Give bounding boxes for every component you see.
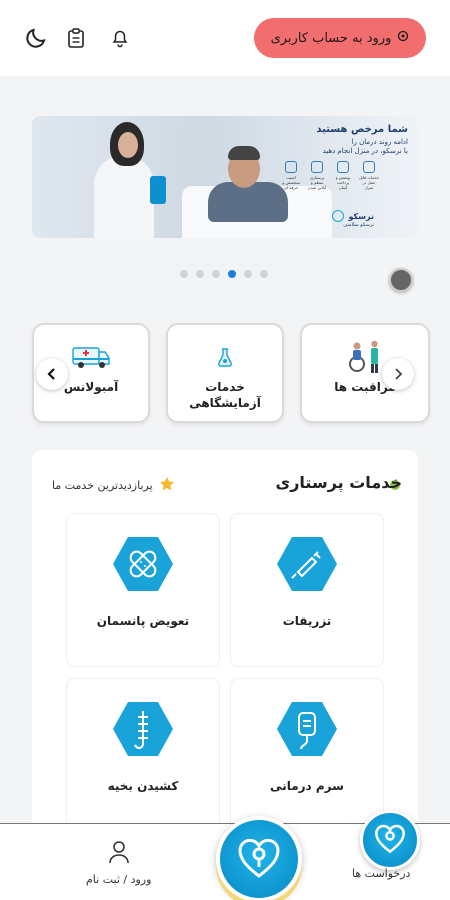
banner-brand-sub: نرسکو سلامتی (343, 222, 374, 228)
carousel-dot-active[interactable] (228, 270, 236, 278)
banner-feature: پوشش و پرداخت آسان (332, 161, 354, 190)
chevron-left-icon (46, 365, 58, 384)
banner-text: شما مرخص هستید ادامه روند درمان را با نر… (280, 124, 408, 190)
requests-button[interactable] (360, 810, 420, 870)
carousel-prev-button[interactable] (36, 358, 68, 390)
carousel-next-button[interactable] (382, 358, 414, 390)
service-card-iv-therapy[interactable]: سرم درمانی (230, 678, 384, 832)
banner-line2: با نرسکو، در منزل انجام دهید (322, 147, 408, 155)
service-card-injection[interactable]: تزریقات (230, 513, 384, 667)
login-button[interactable]: ورود به حساب کاربری (254, 18, 426, 58)
carousel-dot[interactable] (212, 270, 220, 278)
nav-label: ورود / ثبت نام (86, 873, 152, 886)
bell-icon[interactable] (108, 26, 132, 50)
banner-features: خدمات قابل حمل در منزل پوشش و پرداخت آسا… (280, 161, 408, 190)
carousel-dots (180, 270, 268, 278)
login-button-label: ورود به حساب کاربری (270, 30, 392, 46)
service-name: کشیدن بخیه (107, 779, 179, 793)
center-home-button[interactable] (216, 816, 302, 900)
promo-banner[interactable]: شما مرخص هستید ادامه روند درمان را با نر… (32, 116, 418, 238)
category-name: خدمات آزمایشگاهی (189, 380, 261, 410)
nav-requests-label[interactable]: درخواست ها (352, 867, 410, 880)
carousel-dot[interactable] (180, 270, 188, 278)
iv-bag-icon (276, 701, 338, 761)
banner-feature: خدمات قابل حمل در منزل (358, 161, 380, 190)
carousel-dot[interactable] (196, 270, 204, 278)
carousel-dot[interactable] (244, 270, 252, 278)
brand-logo-icon (332, 210, 345, 222)
service-name: تعویض پانسمان (96, 614, 190, 628)
service-card-dressing[interactable]: تعویض پانسمان (66, 513, 220, 667)
service-card-stitch-removal[interactable]: کشیدن بخیه (66, 678, 220, 832)
nursco-logo-icon (234, 832, 284, 886)
banner-feature: امنیت متخصص و حرفه ای (280, 161, 302, 190)
banner-line1: ادامه روند درمان را (351, 138, 408, 146)
nav-login-register[interactable]: ورود / ثبت نام (86, 840, 151, 886)
phone-graphic (150, 176, 166, 204)
user-icon (108, 840, 130, 867)
ambulance-icon (71, 341, 111, 373)
star-icon (159, 476, 175, 495)
clipboard-icon[interactable] (64, 26, 88, 50)
stitches-icon (112, 701, 174, 761)
syringe-icon (276, 536, 338, 596)
nurse-graphic (94, 156, 154, 238)
moon-icon[interactable] (24, 26, 48, 50)
most-viewed-label: پربازدیدترین خدمت ما (52, 476, 175, 495)
carousel-dot[interactable] (260, 270, 268, 278)
service-name: سرم درمانی (270, 779, 344, 793)
chevron-right-icon (392, 365, 404, 384)
banner-headline: شما مرخص هستید (316, 124, 408, 135)
service-name: تزریقات (282, 614, 332, 628)
banner-feature: پرستاری منظم و آنلاین شدن (306, 161, 328, 190)
patient-graphic (208, 182, 288, 222)
banner-brand: نرسکو (332, 210, 374, 222)
lab-flask-icon (215, 341, 235, 373)
location-pin-icon (397, 30, 409, 46)
category-card-lab[interactable]: خدمات آزمایشگاهی (166, 323, 284, 423)
bandage-icon (112, 536, 174, 596)
nursco-logo-icon (372, 820, 408, 860)
category-name: آمبولانس (63, 380, 119, 394)
loading-spinner-icon (389, 268, 413, 292)
section-title: خدمات پرستاری (275, 473, 402, 492)
caregiver-wheelchair-icon (345, 340, 385, 373)
